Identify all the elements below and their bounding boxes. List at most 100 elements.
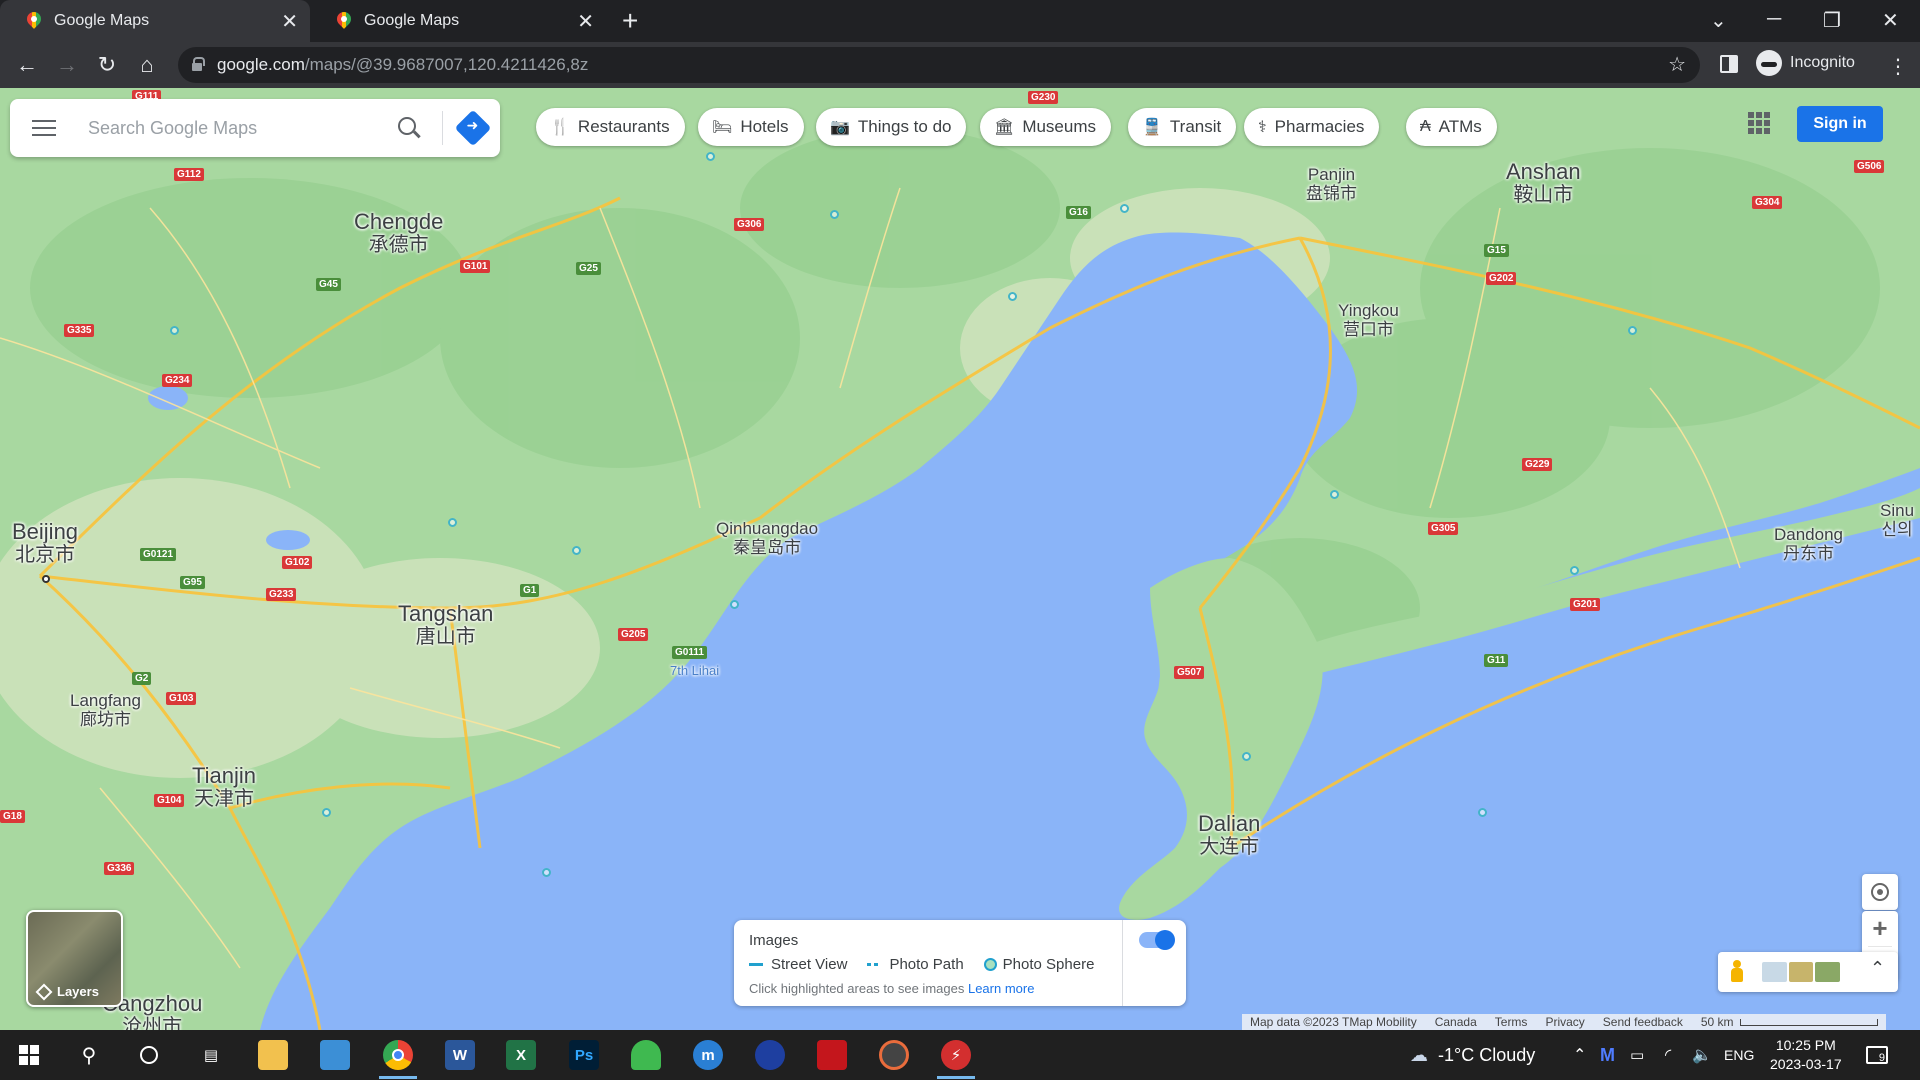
google-apps-icon[interactable] xyxy=(1748,112,1770,134)
incognito-indicator[interactable]: Incognito xyxy=(1756,50,1855,76)
terms-link[interactable]: Terms xyxy=(1495,1015,1528,1029)
new-tab-button[interactable]: + xyxy=(622,7,638,35)
app-red-icon[interactable] xyxy=(817,1040,847,1070)
chip-hotels[interactable]: 🛏 Hotels xyxy=(698,108,804,146)
tab-close-icon[interactable]: ✕ xyxy=(281,9,298,34)
side-panel-icon[interactable] xyxy=(1720,55,1738,73)
city-label-langfang[interactable]: Langfang 廊坊市 xyxy=(70,691,141,729)
battery-icon[interactable]: ▭ xyxy=(1630,1030,1644,1080)
learn-more-link[interactable]: Learn more xyxy=(968,981,1034,996)
forward-icon[interactable]: → xyxy=(52,50,82,80)
city-label-beijing[interactable]: Beijing 北京市 xyxy=(12,519,78,566)
menu-hamburger-icon[interactable] xyxy=(32,120,56,136)
privacy-link[interactable]: Privacy xyxy=(1545,1015,1584,1029)
photo-sphere-marker[interactable] xyxy=(448,518,457,527)
my-location-button[interactable] xyxy=(1862,874,1898,910)
restore-button[interactable]: ❐ xyxy=(1823,8,1841,33)
zoom-in-button[interactable]: + xyxy=(1862,911,1898,946)
photoshop-icon[interactable]: Ps xyxy=(569,1040,599,1070)
wifi-icon[interactable]: ◜ xyxy=(1665,1030,1671,1080)
city-label-sinuiju[interactable]: Sinu 신의 xyxy=(1880,501,1914,539)
region-link[interactable]: Canada xyxy=(1435,1015,1477,1029)
city-label-panjin[interactable]: Panjin 盘锦市 xyxy=(1306,165,1357,203)
app-robot-icon[interactable] xyxy=(631,1040,661,1070)
lock-icon[interactable] xyxy=(192,57,205,71)
close-window-button[interactable]: ✕ xyxy=(1882,8,1899,33)
chip-atms[interactable]: ₳ ATMs xyxy=(1406,108,1497,146)
photo-sphere-marker[interactable] xyxy=(830,210,839,219)
photo-sphere-marker[interactable] xyxy=(706,152,715,161)
scale-bar[interactable]: 50 km xyxy=(1701,1015,1878,1029)
url-text[interactable]: google.com/maps/@39.9687007,120.4211426,… xyxy=(217,55,588,75)
chip-restaurants[interactable]: 🍴 Restaurants xyxy=(536,108,685,146)
app-mu-icon[interactable]: m xyxy=(693,1040,723,1070)
cortana-icon[interactable] xyxy=(134,1040,164,1070)
photo-sphere-marker[interactable] xyxy=(542,868,551,877)
word-icon[interactable]: W xyxy=(445,1040,475,1070)
search-input[interactable] xyxy=(88,113,378,143)
photo-sphere-marker[interactable] xyxy=(730,600,739,609)
search-icon[interactable]: ⚲ xyxy=(74,1040,104,1070)
photo-sphere-marker[interactable] xyxy=(1330,490,1339,499)
menu-kebab-icon[interactable]: ⋮ xyxy=(1888,54,1908,79)
city-label-tianjin[interactable]: Tianjin 天津市 xyxy=(192,763,256,810)
city-label-dalian[interactable]: Dalian 大连市 xyxy=(1198,811,1260,858)
expand-chevron-icon[interactable]: ⌃ xyxy=(1870,958,1885,979)
input-language[interactable]: ENG xyxy=(1724,1030,1754,1080)
chrome-icon[interactable] xyxy=(383,1040,413,1070)
address-bar[interactable]: google.com/maps/@39.9687007,120.4211426,… xyxy=(178,47,1700,83)
photo-sphere-marker[interactable] xyxy=(170,326,179,335)
weather-widget[interactable]: ☁ -1°C Cloudy xyxy=(1410,1030,1535,1080)
city-label-chengde[interactable]: Chengde 承德市 xyxy=(354,209,443,256)
back-icon[interactable]: ← xyxy=(12,50,42,80)
photo-sphere-marker[interactable] xyxy=(1120,204,1129,213)
tray-app-icon[interactable]: M xyxy=(1600,1030,1615,1080)
images-toggle[interactable] xyxy=(1139,930,1175,950)
directions-icon[interactable] xyxy=(454,109,492,147)
task-view-icon[interactable]: ▤ xyxy=(196,1040,226,1070)
sign-in-button[interactable]: Sign in xyxy=(1797,106,1883,142)
photo-sphere-marker[interactable] xyxy=(1628,326,1637,335)
reload-icon[interactable]: ↻ xyxy=(92,50,122,80)
send-feedback-link[interactable]: Send feedback xyxy=(1603,1015,1683,1029)
home-icon[interactable]: ⌂ xyxy=(132,50,162,80)
photo-sphere-marker[interactable] xyxy=(1478,808,1487,817)
imagery-thumbnails[interactable] xyxy=(1762,962,1841,982)
search-icon[interactable] xyxy=(398,117,416,135)
minimize-button[interactable]: ─ xyxy=(1767,8,1781,31)
bookmark-star-icon[interactable]: ☆ xyxy=(1668,52,1686,77)
city-label-anshan[interactable]: Anshan 鞍山市 xyxy=(1506,159,1581,206)
photo-sphere-marker[interactable] xyxy=(1008,292,1017,301)
tab-google-maps-1[interactable]: Google Maps ✕ xyxy=(0,0,310,42)
photo-sphere-marker[interactable] xyxy=(322,808,331,817)
tab-close-icon[interactable]: ✕ xyxy=(577,9,594,34)
chip-pharmacies[interactable]: ⚕ Pharmacies xyxy=(1244,108,1380,146)
tab-google-maps-2[interactable]: Google Maps ✕ xyxy=(310,0,606,42)
chip-transit[interactable]: 🚆 Transit xyxy=(1128,108,1237,146)
pegman-icon[interactable] xyxy=(1730,960,1744,984)
photo-sphere-marker[interactable] xyxy=(1242,752,1251,761)
chip-things-to-do[interactable]: 📷 Things to do xyxy=(816,108,967,146)
notifications-icon[interactable]: 9 xyxy=(1866,1030,1888,1080)
control-panel-icon[interactable] xyxy=(320,1040,350,1070)
layers-button[interactable]: Layers xyxy=(26,910,123,1007)
excel-icon[interactable]: X xyxy=(506,1040,536,1070)
map-canvas[interactable]: Beijing 北京市 Chengde 承德市 Tangshan 唐山市 Tianji… xyxy=(0,88,1920,1030)
file-explorer-icon[interactable] xyxy=(258,1040,288,1070)
city-label-dandong[interactable]: Dandong 丹东市 xyxy=(1774,525,1843,563)
tray-overflow-icon[interactable]: ⌃ xyxy=(1573,1030,1586,1080)
windows-start-icon[interactable] xyxy=(19,1045,39,1065)
clock[interactable]: 10:25 PM 2023-03-17 xyxy=(1770,1036,1842,1074)
city-label-tangshan[interactable]: Tangshan 唐山市 xyxy=(398,601,493,648)
volume-icon[interactable]: 🔈 xyxy=(1692,1030,1712,1080)
photo-sphere-marker[interactable] xyxy=(1570,566,1579,575)
app-flash-icon[interactable]: ⚡ xyxy=(941,1040,971,1070)
tab-search-icon[interactable]: ⌄ xyxy=(1710,8,1727,33)
images-legend: Street View Photo Path Photo Sphere xyxy=(749,956,1094,973)
city-label-qinhuangdao[interactable]: Qinhuangdao 秦皇岛市 xyxy=(716,519,818,557)
city-label-yingkou[interactable]: Yingkou 营口市 xyxy=(1338,301,1399,339)
app-disc-icon[interactable] xyxy=(879,1040,909,1070)
chip-museums[interactable]: 🏛 Museums xyxy=(980,108,1111,146)
photo-sphere-marker[interactable] xyxy=(572,546,581,555)
app-sphere-icon[interactable] xyxy=(755,1040,785,1070)
